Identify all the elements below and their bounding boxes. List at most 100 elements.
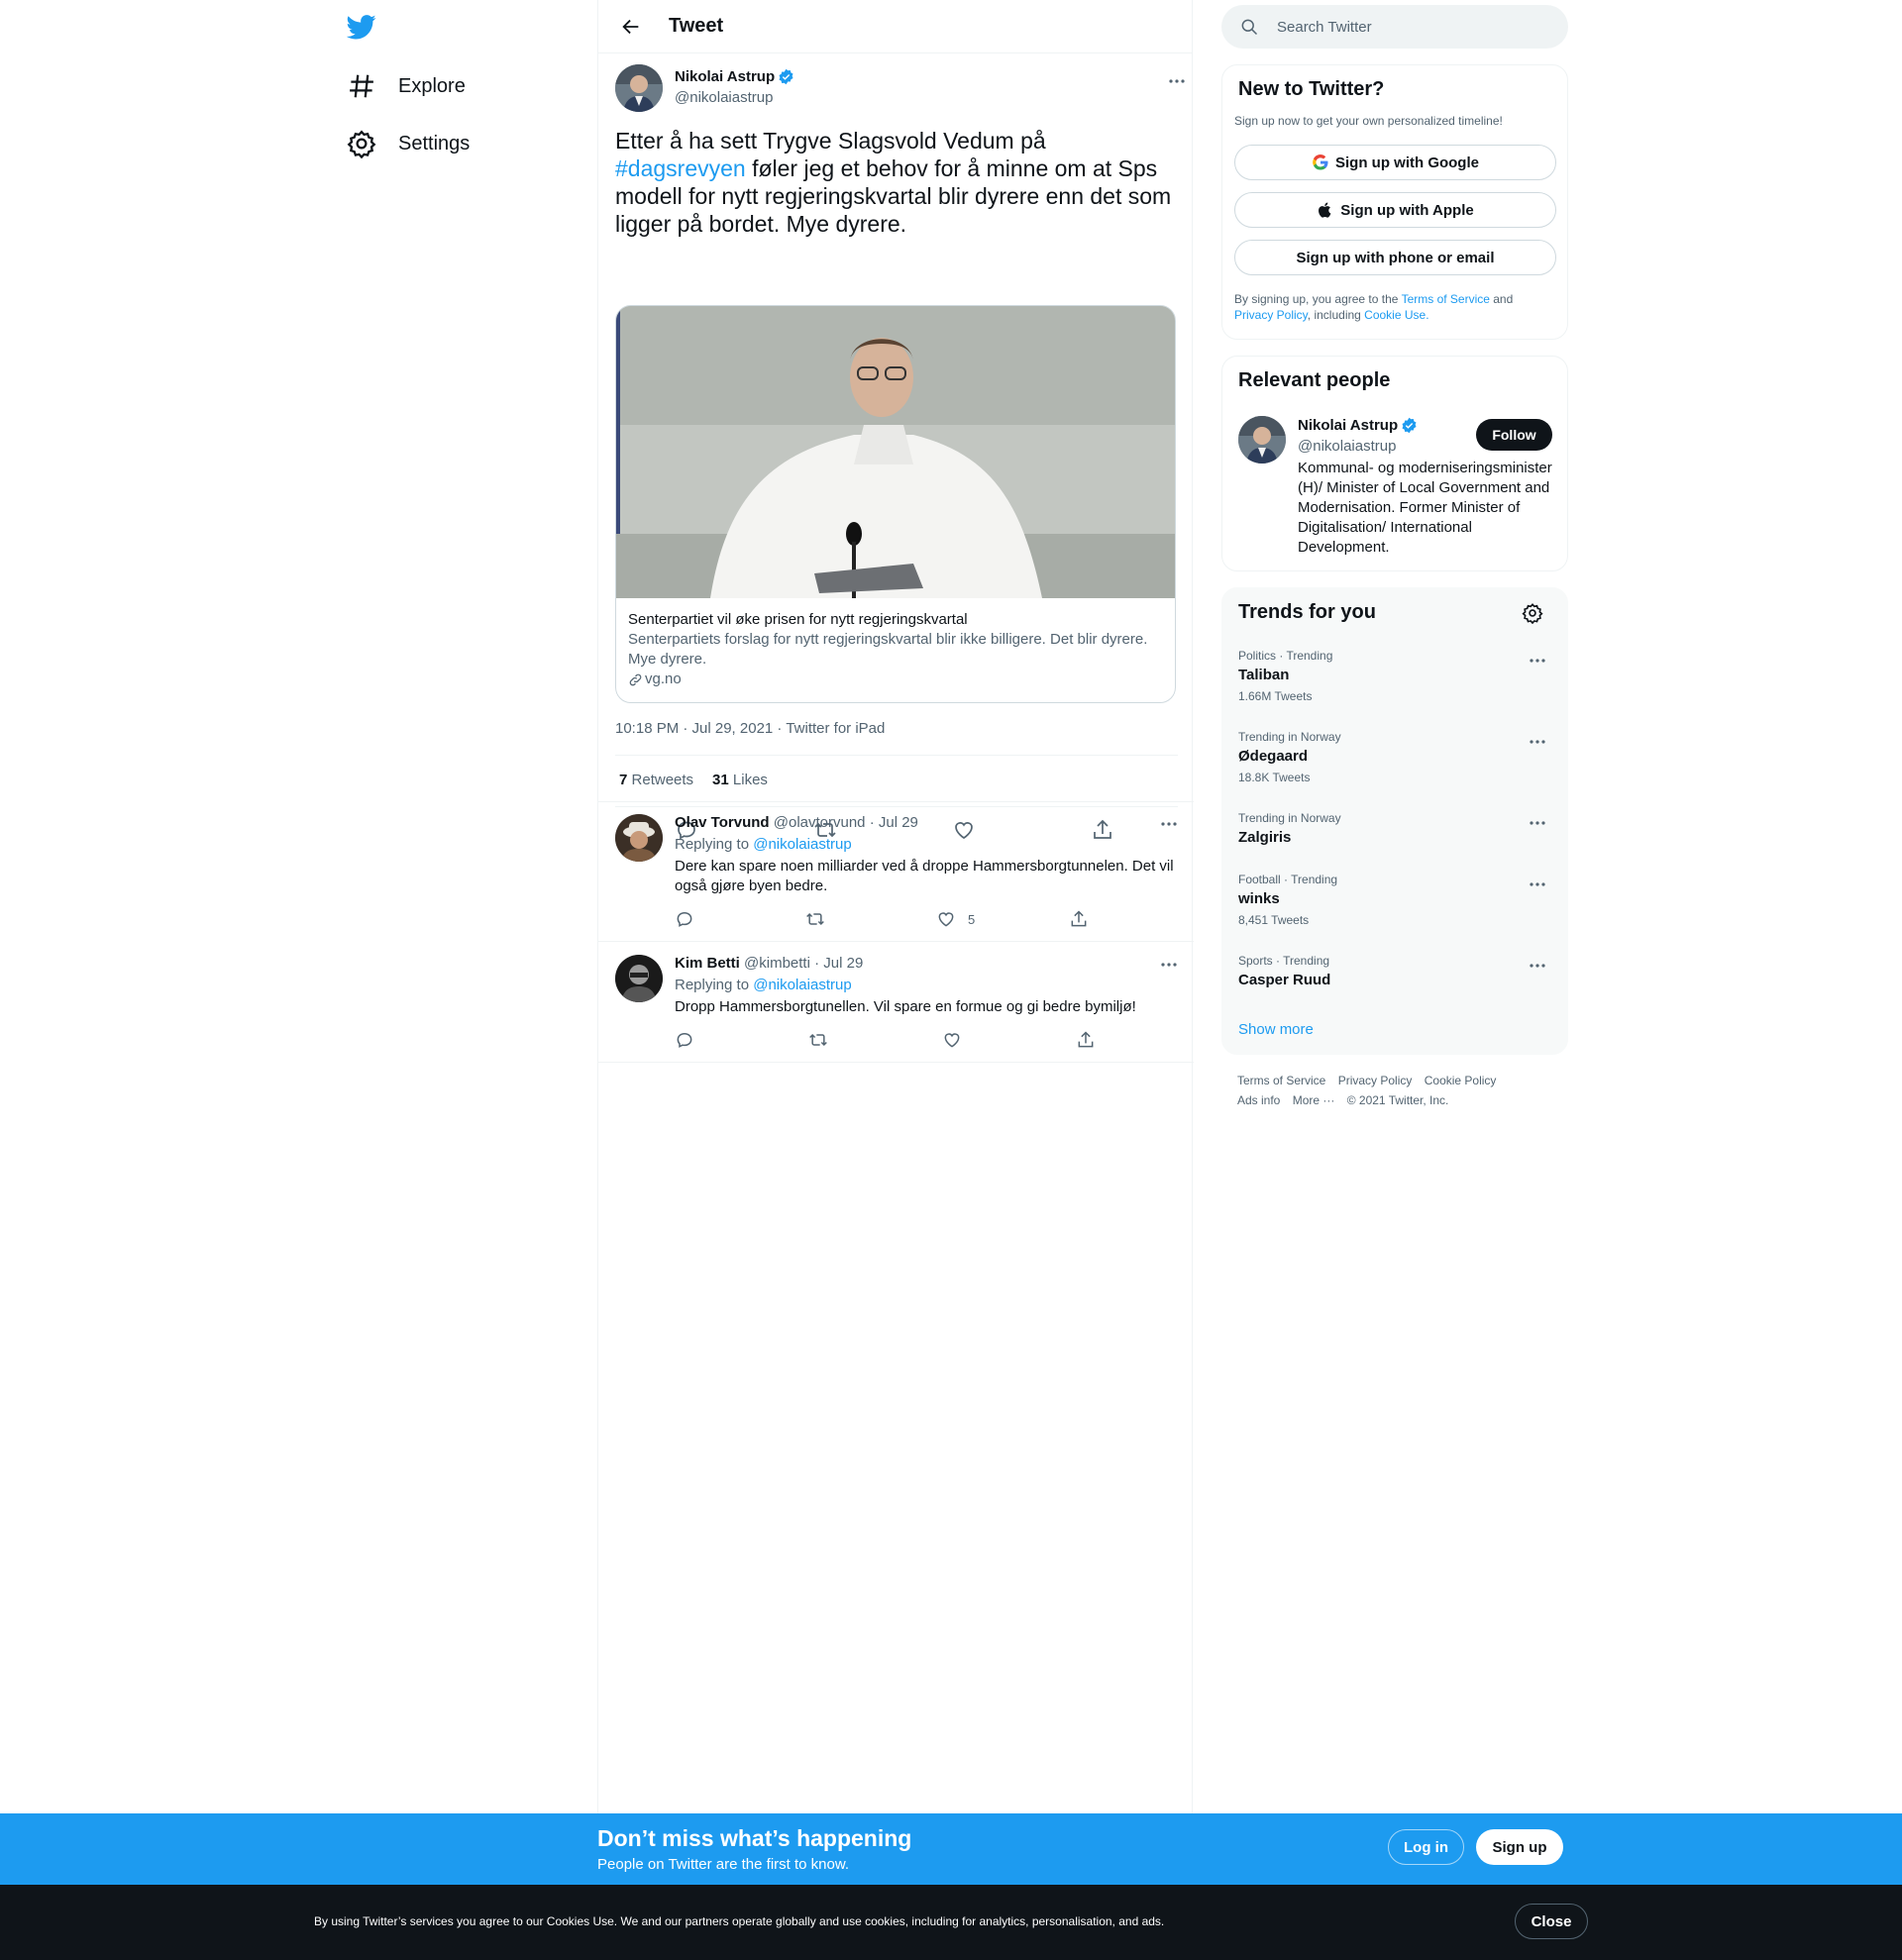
card-domain-text: vg.no	[645, 671, 682, 687]
reply-author-name[interactable]: Kim Betti	[675, 955, 740, 972]
nav-settings[interactable]: Settings	[347, 124, 470, 163]
trend-count: 1.66M Tweets	[1238, 689, 1313, 703]
retweets-label: Retweets	[631, 772, 694, 788]
login-button[interactable]: Log in	[1388, 1829, 1464, 1865]
signup-google-label: Sign up with Google	[1335, 154, 1479, 171]
reply-author-handle[interactable]: @olavtorvund	[774, 814, 866, 831]
trend-name: Casper Ruud	[1238, 972, 1331, 988]
panel-title: Relevant people	[1238, 369, 1391, 391]
gear-icon[interactable]	[1522, 602, 1545, 626]
replying-to: Replying to @nikolaiastrup	[675, 977, 852, 993]
hashtag-icon	[347, 71, 376, 101]
replying-prefix: Replying to	[675, 977, 750, 993]
trend-name: Zalgiris	[1238, 829, 1292, 846]
legal-part: , including	[1307, 308, 1365, 322]
person-name-text: Nikolai Astrup	[1298, 417, 1399, 434]
footer-ads-link[interactable]: Ads info	[1237, 1093, 1280, 1107]
reply-icon[interactable]	[675, 909, 694, 929]
search-input[interactable]	[1277, 18, 1554, 36]
divider	[615, 755, 1178, 756]
more-options-icon[interactable]	[1526, 873, 1549, 896]
likes-stat[interactable]: 31 Likes	[712, 772, 768, 788]
link-icon	[628, 672, 643, 687]
show-more-link[interactable]: Show more	[1238, 1021, 1314, 1038]
reply-text: Dere kan spare noen milliarder ved å dro…	[675, 858, 1174, 894]
avatar[interactable]	[615, 814, 663, 862]
reply-item[interactable]: Kim Betti @kimbetti · Jul 29 Replying to…	[598, 943, 1194, 1063]
replying-to: Replying to @nikolaiastrup	[675, 836, 852, 853]
footer-privacy-link[interactable]: Privacy Policy	[1338, 1074, 1413, 1087]
share-icon[interactable]	[1069, 909, 1089, 929]
verified-badge-icon	[778, 68, 794, 85]
reply-author-name[interactable]: Olav Torvund	[675, 814, 770, 831]
like-icon[interactable]	[942, 1030, 962, 1050]
twitter-bird-icon[interactable]	[347, 12, 380, 42]
signup-phone-email-label: Sign up with phone or email	[1296, 249, 1495, 266]
trend-item[interactable]: Trending in Norway Zalgiris	[1222, 811, 1569, 855]
signup-phone-email-button[interactable]: Sign up with phone or email	[1234, 240, 1556, 275]
signup-google-button[interactable]: Sign up with Google	[1234, 145, 1556, 180]
tweet-meta[interactable]: 10:18 PM · Jul 29, 2021 · Twitter for iP…	[615, 720, 885, 737]
page-title: Tweet	[669, 15, 724, 37]
footer-more-link[interactable]: More ···	[1293, 1093, 1335, 1107]
author-name[interactable]: Nikolai Astrup	[675, 68, 794, 85]
like-count: 5	[968, 912, 976, 927]
retweets-count: 7	[619, 772, 628, 788]
signup-apple-button[interactable]: Sign up with Apple	[1234, 192, 1556, 228]
cookie-banner: By using Twitter’s services you agree to…	[0, 1885, 1902, 1960]
more-options-icon[interactable]	[1526, 954, 1549, 978]
share-icon[interactable]	[1076, 1030, 1096, 1050]
cookie-link[interactable]: Cookie Use.	[1364, 308, 1428, 322]
author-handle[interactable]: @nikolaiastrup	[675, 89, 773, 106]
main-tweet: Nikolai Astrup @nikolaiastrup Etter å ha…	[598, 53, 1192, 840]
footer-cookie-link[interactable]: Cookie Policy	[1425, 1074, 1497, 1087]
close-button[interactable]: Close	[1515, 1904, 1588, 1939]
more-options-icon[interactable]	[1526, 811, 1549, 835]
more-options-icon[interactable]	[1526, 649, 1549, 672]
reply-date[interactable]: · Jul 29	[870, 814, 918, 831]
trend-context: Politics · Trending	[1238, 649, 1333, 663]
banner-subtitle: People on Twitter are the first to know.	[597, 1856, 850, 1873]
trend-count: 18.8K Tweets	[1238, 771, 1311, 784]
legal-text: By signing up, you agree to the Terms of…	[1234, 291, 1551, 323]
trend-item[interactable]: Football · Trending winks 8,451 Tweets	[1222, 873, 1569, 932]
card-title: Senterpartiet vil øke prisen for nytt re…	[628, 611, 968, 628]
likes-count: 31	[712, 772, 729, 788]
more-options-icon[interactable]	[1165, 69, 1189, 93]
link-card[interactable]: Senterpartiet vil øke prisen for nytt re…	[615, 305, 1176, 703]
follow-button[interactable]: Follow	[1476, 419, 1552, 451]
more-options-icon[interactable]	[1526, 730, 1549, 754]
retweet-icon[interactable]	[805, 909, 825, 929]
panel-title: Trends for you	[1238, 601, 1376, 623]
like-icon[interactable]	[936, 909, 956, 929]
avatar[interactable]	[615, 955, 663, 1002]
person-handle[interactable]: @nikolaiastrup	[1298, 438, 1396, 455]
replying-to-link[interactable]: @nikolaiastrup	[753, 977, 851, 993]
hashtag-link[interactable]: #dagsrevyen	[615, 155, 746, 181]
cookie-text: By using Twitter’s services you agree to…	[314, 1914, 1165, 1928]
reply-icon[interactable]	[675, 1030, 694, 1050]
privacy-link[interactable]: Privacy Policy	[1234, 308, 1308, 322]
trend-item[interactable]: Politics · Trending Taliban 1.66M Tweets	[1222, 649, 1569, 708]
more-options-icon[interactable]	[1157, 812, 1181, 836]
avatar[interactable]	[615, 64, 663, 112]
retweets-stat[interactable]: 7 Retweets	[619, 772, 693, 788]
person-name[interactable]: Nikolai Astrup	[1298, 417, 1418, 434]
back-arrow-icon[interactable]	[620, 16, 642, 38]
terms-link[interactable]: Terms of Service	[1402, 292, 1490, 306]
reply-date[interactable]: · Jul 29	[814, 955, 863, 972]
replying-to-link[interactable]: @nikolaiastrup	[753, 836, 851, 853]
signup-button[interactable]: Sign up	[1476, 1829, 1563, 1865]
trend-item[interactable]: Trending in Norway Ødegaard 18.8K Tweets	[1222, 730, 1569, 789]
nav-explore[interactable]: Explore	[347, 66, 466, 106]
reply-header: Olav Torvund @olavtorvund · Jul 29	[675, 814, 918, 831]
search-box[interactable]	[1221, 5, 1568, 49]
more-options-icon[interactable]	[1157, 953, 1181, 977]
trend-item[interactable]: Sports · Trending Casper Ruud	[1222, 954, 1569, 997]
search-icon	[1239, 17, 1259, 37]
reply-author-handle[interactable]: @kimbetti	[744, 955, 810, 972]
reply-item[interactable]: Olav Torvund @olavtorvund · Jul 29 Reply…	[598, 802, 1194, 942]
avatar[interactable]	[1238, 416, 1286, 464]
footer-terms-link[interactable]: Terms of Service	[1237, 1074, 1325, 1087]
retweet-icon[interactable]	[808, 1030, 828, 1050]
